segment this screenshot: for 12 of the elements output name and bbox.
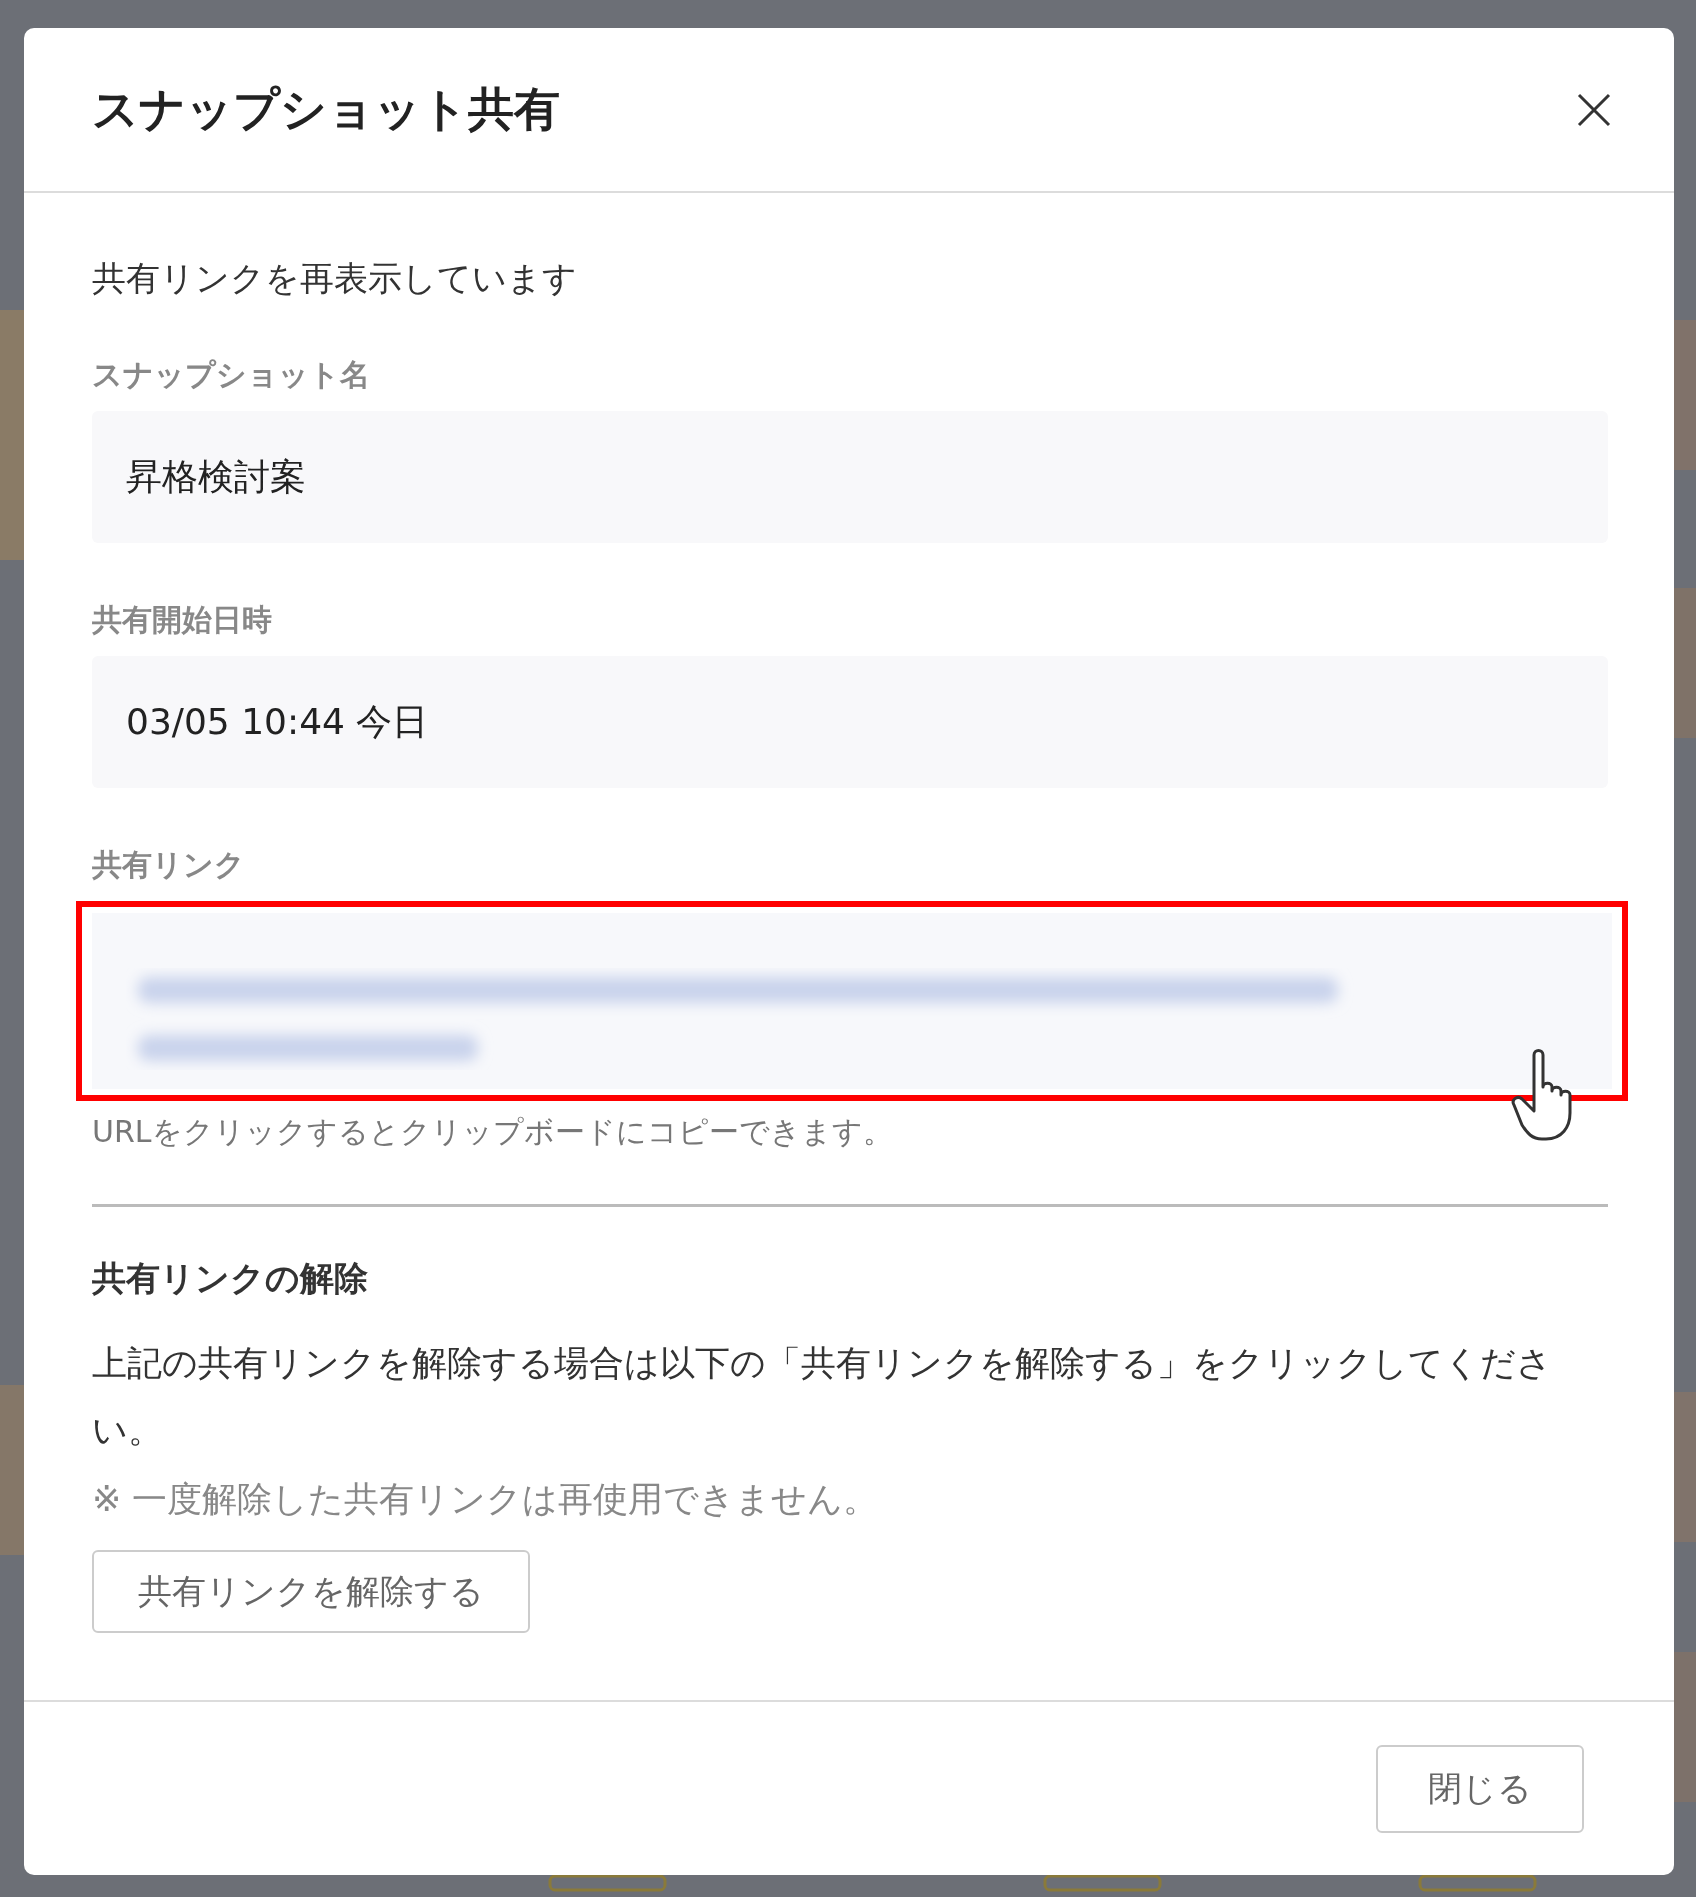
close-dialog-button[interactable]: 閉じる (1376, 1744, 1584, 1833)
field-label: スナップショット名 (92, 356, 371, 394)
dialog-title: スナップショット共有 (92, 81, 560, 138)
instruction-text: 上記の共有リンクを解除する場合は以下の「共有リンクを解除する」をクリックしてください。 (92, 1342, 1553, 1452)
close-icon (1576, 91, 1612, 128)
field-label: 共有開始日時 (92, 601, 273, 639)
warning-note: ※ 一度解除した共有リンクは再使用できません。 (92, 1478, 880, 1521)
section-heading: 共有リンクの解除 (92, 1257, 369, 1300)
status-message: 共有リンクを再表示しています (92, 257, 578, 300)
helper-text: URLをクリックするとクリップボードにコピーできます。 (92, 1113, 894, 1151)
field-label: 共有リンク (92, 846, 246, 884)
revoke-link-button[interactable]: 共有リンクを解除する (92, 1549, 530, 1633)
